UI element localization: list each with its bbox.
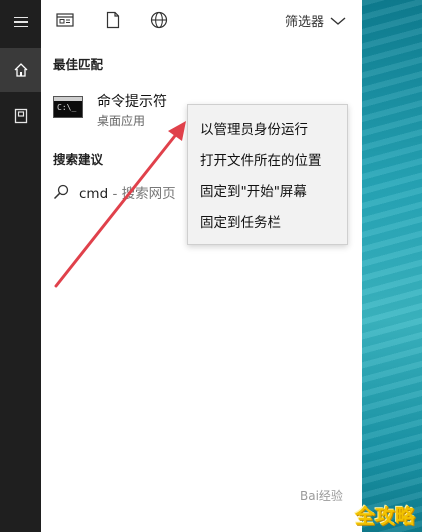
brand-watermark: 全攻略 <box>355 504 415 528</box>
menu-button[interactable] <box>0 0 41 44</box>
best-match-subtitle: 桌面应用 <box>97 114 146 128</box>
search-results-panel: 筛选器 最佳匹配 C:\_ 命令提示符 桌面应用 搜索建议 cmd - 搜索网页 <box>41 0 362 532</box>
file-icon <box>106 11 120 29</box>
filter-label: 筛选器 <box>284 15 324 30</box>
suggestion-suffix: - 搜索网页 <box>108 186 176 202</box>
menu-item-run-as-admin[interactable]: 以管理员身份运行 <box>200 118 308 138</box>
home-button[interactable] <box>0 48 41 92</box>
home-icon <box>14 63 27 77</box>
document-list-icon <box>56 13 74 27</box>
search-suggestions-heading: 搜索建议 <box>53 152 104 167</box>
search-icon <box>53 184 69 200</box>
filter-dropdown[interactable]: 筛选器 <box>285 11 346 30</box>
watermark-text: Bai经验 <box>300 489 343 503</box>
desktop-background <box>362 0 422 532</box>
best-match-heading: 最佳匹配 <box>53 57 104 72</box>
chevron-down-icon <box>330 16 346 25</box>
command-prompt-icon: C:\_ <box>53 96 83 118</box>
globe-icon <box>150 11 168 29</box>
context-menu: 以管理员身份运行 打开文件所在的位置 固定到"开始"屏幕 固定到任务栏 <box>187 104 348 245</box>
menu-item-pin-to-taskbar[interactable]: 固定到任务栏 <box>200 211 281 231</box>
search-suggestion-item[interactable]: cmd - 搜索网页 <box>53 180 176 204</box>
menu-item-pin-to-start[interactable]: 固定到"开始"屏幕 <box>200 180 307 200</box>
start-rail <box>0 0 41 532</box>
apps-filter-button[interactable] <box>55 10 75 30</box>
documents-filter-button[interactable] <box>103 10 123 30</box>
suggestion-text: cmd <box>79 186 109 202</box>
search-filter-bar: 筛选器 <box>41 0 362 40</box>
hamburger-icon <box>13 16 28 28</box>
web-filter-button[interactable] <box>149 10 169 30</box>
best-match-title: 命令提示符 <box>97 94 167 110</box>
documents-button[interactable] <box>0 94 41 138</box>
menu-item-open-file-location[interactable]: 打开文件所在的位置 <box>200 149 322 169</box>
clipboard-icon <box>14 108 27 124</box>
